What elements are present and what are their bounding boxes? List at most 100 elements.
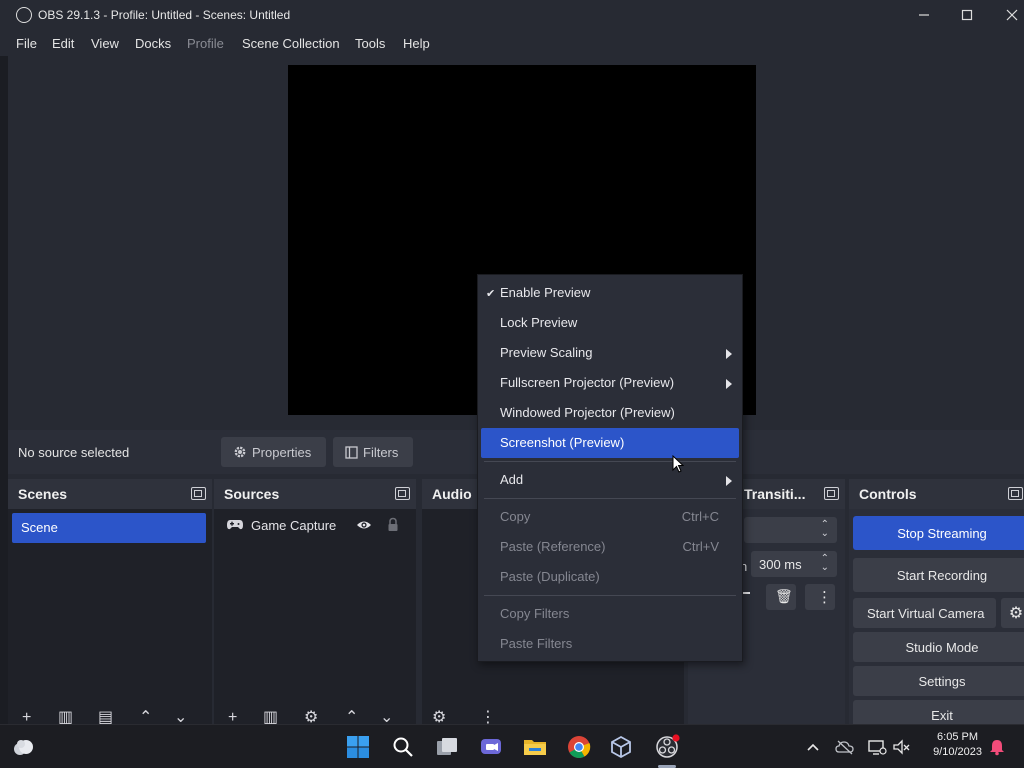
controls-dock-title: Controls	[859, 486, 917, 502]
chevron-up-icon[interactable]	[800, 734, 826, 760]
left-edge	[0, 56, 8, 724]
virtualbox-icon[interactable]	[608, 734, 634, 760]
gamepad-icon	[227, 520, 243, 530]
scene-item[interactable]: Scene	[12, 513, 206, 543]
down-arrow-icon[interactable]: ⌄	[380, 710, 393, 725]
down-arrow-icon[interactable]: ⌄	[174, 710, 187, 725]
undock-icon[interactable]	[395, 487, 410, 500]
menu-profile[interactable]: Profile	[187, 36, 224, 51]
start-recording-button[interactable]: Start Recording	[853, 558, 1024, 592]
scenes-dock: Scenes Scene + ▥ ▤ ⌃ ⌄	[8, 479, 212, 724]
maximize-button[interactable]	[945, 0, 989, 30]
more-icon[interactable]: ⋮	[480, 710, 496, 725]
stop-streaming-button[interactable]: Stop Streaming	[853, 516, 1024, 550]
menu-item-paste-reference[interactable]: Paste (Reference) Ctrl+V	[481, 532, 739, 562]
filter-icon[interactable]: ▤	[98, 710, 113, 725]
gear-icon[interactable]: ⚙	[304, 710, 318, 725]
teams-chat-icon[interactable]	[478, 734, 504, 760]
sources-dock: Sources Game Capture + ▥ ⚙ ⌃ ⌄	[214, 479, 416, 724]
undock-icon[interactable]	[824, 487, 839, 500]
up-arrow-icon[interactable]: ⌃	[139, 710, 152, 725]
volume-muted-icon[interactable]	[889, 734, 915, 760]
maximize-icon	[961, 9, 973, 21]
gear-icon[interactable]: ⚙	[432, 710, 446, 725]
source-item[interactable]: Game Capture	[214, 515, 416, 541]
search-icon[interactable]	[390, 734, 416, 760]
transitions-dock-title: Transiti...	[744, 486, 806, 502]
gear-icon	[234, 446, 246, 458]
menu-scene-collection[interactable]: Scene Collection	[242, 36, 340, 51]
audio-dock-title: Audio	[432, 486, 472, 502]
menu-separator	[484, 461, 736, 462]
menu-edit[interactable]: Edit	[52, 36, 74, 51]
chrome-icon[interactable]	[566, 734, 592, 760]
trash-icon[interactable]: ▥	[263, 710, 278, 725]
virtual-camera-settings-button[interactable]: ⚙	[1001, 598, 1024, 628]
onedrive-offline-icon[interactable]	[832, 734, 858, 760]
sources-dock-title: Sources	[224, 486, 280, 502]
exit-button[interactable]: Exit	[853, 700, 1024, 724]
add-icon[interactable]: +	[228, 710, 237, 725]
preview-context-menu: ✔ Enable Preview Lock Preview Preview Sc…	[477, 274, 743, 662]
menu-item-paste-filters[interactable]: Paste Filters	[481, 629, 739, 659]
trash-icon[interactable]: ▥	[58, 710, 73, 725]
menu-item-screenshot-preview[interactable]: Screenshot (Preview)	[481, 428, 739, 458]
menu-item-copy-filters[interactable]: Copy Filters	[481, 599, 739, 629]
gear-icon: ⚙	[1008, 605, 1024, 622]
delete-transition-button[interactable]: 🗑	[766, 584, 796, 610]
transition-menu-button[interactable]: ⋮	[805, 584, 835, 610]
properties-button[interactable]: Properties	[221, 437, 326, 467]
task-view-icon[interactable]	[434, 734, 460, 760]
transition-select[interactable]: ⌃ ⌄	[744, 517, 837, 543]
weather-icon[interactable]	[10, 734, 36, 760]
submenu-arrow-icon	[726, 379, 732, 389]
close-icon	[1006, 9, 1018, 21]
menu-item-enable-preview[interactable]: ✔ Enable Preview	[481, 278, 739, 308]
eye-icon[interactable]	[356, 518, 372, 532]
notification-bell-icon[interactable]	[984, 734, 1010, 760]
menu-item-preview-scaling[interactable]: Preview Scaling	[481, 338, 739, 368]
windows-taskbar: 6:05 PM 9/10/2023	[0, 724, 1024, 768]
duration-value: 300 ms	[759, 557, 802, 572]
scenes-toolbar: + ▥ ▤ ⌃ ⌄	[8, 710, 212, 725]
start-icon[interactable]	[345, 734, 371, 760]
lock-icon[interactable]	[387, 517, 399, 532]
menu-item-paste-duplicate[interactable]: Paste (Duplicate)	[481, 562, 739, 592]
menu-view[interactable]: View	[91, 36, 119, 51]
filter-icon	[345, 445, 358, 459]
no-source-label: No source selected	[18, 445, 130, 460]
undock-icon[interactable]	[191, 487, 206, 500]
menu-bar: File Edit View Docks Profile Scene Colle…	[0, 30, 1024, 56]
menu-help[interactable]: Help	[403, 36, 430, 51]
filters-label: Filters	[363, 444, 399, 460]
menu-tools[interactable]: Tools	[355, 36, 385, 51]
menu-item-copy[interactable]: Copy Ctrl+C	[481, 502, 739, 532]
start-virtual-camera-button[interactable]: Start Virtual Camera	[853, 598, 996, 628]
sources-dock-header: Sources	[214, 479, 416, 509]
add-icon[interactable]: +	[22, 710, 31, 725]
settings-button[interactable]: Settings	[853, 666, 1024, 696]
studio-mode-button[interactable]: Studio Mode	[853, 632, 1024, 662]
menu-item-lock-preview[interactable]: Lock Preview	[481, 308, 739, 338]
obs-logo-icon	[16, 7, 32, 23]
scenes-list: Scene + ▥ ▤ ⌃ ⌄	[8, 509, 212, 724]
minimize-icon	[919, 14, 929, 16]
minimize-button[interactable]	[902, 0, 946, 30]
menu-item-fullscreen-projector[interactable]: Fullscreen Projector (Preview)	[481, 368, 739, 398]
menu-docks[interactable]: Docks	[135, 36, 171, 51]
close-button[interactable]	[990, 0, 1024, 30]
system-clock[interactable]: 6:05 PM 9/10/2023	[933, 730, 982, 760]
properties-label: Properties	[252, 444, 312, 460]
menu-file[interactable]: File	[16, 36, 37, 51]
audio-toolbar: ⚙ ⋮	[422, 710, 684, 725]
duration-field[interactable]: 300 ms ⌃ ⌄	[751, 551, 837, 577]
up-arrow-icon[interactable]: ⌃	[345, 710, 358, 725]
file-explorer-icon[interactable]	[522, 734, 548, 760]
menu-item-add[interactable]: Add	[481, 465, 739, 495]
source-name: Game Capture	[251, 518, 337, 533]
obs-taskbar-icon[interactable]	[653, 734, 681, 760]
filters-button[interactable]: Filters	[333, 437, 413, 467]
undock-icon[interactable]	[1008, 487, 1023, 500]
menu-item-windowed-projector[interactable]: Windowed Projector (Preview)	[481, 398, 739, 428]
network-icon[interactable]	[864, 734, 890, 760]
